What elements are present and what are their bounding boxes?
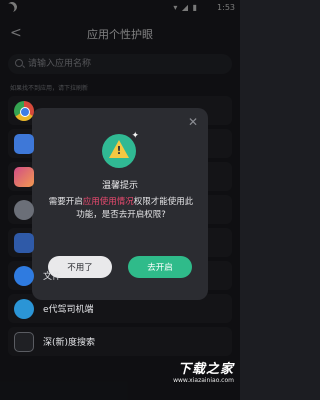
gear-icon xyxy=(14,199,34,220)
watermark-url: www.xiazainiao.com xyxy=(173,377,234,384)
message-prefix: 需要开启 xyxy=(48,197,83,207)
dialog-message: 需要开启应用使用情况权限才能使用此功能，是否去开启权限? xyxy=(48,196,194,222)
blue-app-icon xyxy=(14,232,34,253)
app-name: 深(新)度搜索 xyxy=(43,338,96,348)
warning-icon: ! ✦ xyxy=(102,131,139,168)
confirm-button[interactable]: 去开启 xyxy=(128,256,192,278)
edaijia-icon xyxy=(14,298,34,319)
person-icon xyxy=(14,133,34,154)
chrome-icon xyxy=(14,100,34,121)
app-name: e代驾司机端 xyxy=(43,305,94,315)
deep-search-icon xyxy=(14,331,34,352)
sparkle-icon: ✦ xyxy=(131,131,139,141)
close-icon[interactable]: ✕ xyxy=(188,115,198,129)
watermark: 下载之家 www.xiazainiao.com xyxy=(173,358,234,384)
message-highlight: 应用使用情况 xyxy=(82,197,134,207)
dialog-title: 温馨提示 xyxy=(101,181,138,191)
watermark-brand: 下载之家 xyxy=(177,362,234,377)
app-name: 文件 xyxy=(43,272,62,282)
folder-icon xyxy=(14,265,34,286)
gallery-icon xyxy=(14,166,34,187)
